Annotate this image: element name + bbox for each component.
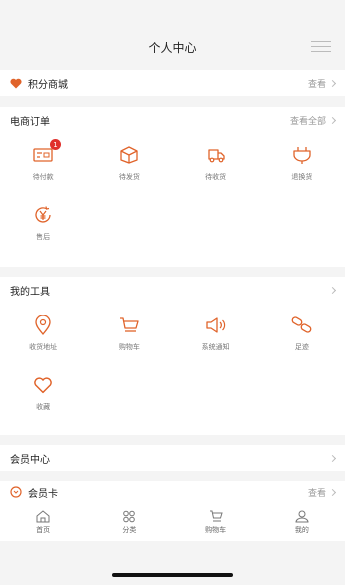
tool-shipping-address[interactable]: 收货地址 (0, 303, 86, 363)
tab-label: 我的 (294, 525, 309, 534)
tab-home[interactable]: 首页 (0, 503, 86, 541)
home-indicator (112, 573, 233, 577)
points-mall-more[interactable]: 查看 (308, 77, 326, 90)
yen-service-icon (32, 204, 54, 226)
member-card-row[interactable]: 会员卡 查看 (0, 481, 345, 503)
tab-category[interactable]: 分类 (86, 503, 172, 541)
tab-bar: 首页 分类 购物车 我的 (0, 503, 345, 541)
cart-icon (209, 510, 223, 521)
tab-label: 购物车 (205, 525, 227, 534)
category-icon (123, 510, 136, 522)
tool-item-label: 收藏 (36, 403, 51, 411)
tab-cart[interactable]: 购物车 (173, 503, 259, 541)
member-card-more[interactable]: 查看 (308, 486, 326, 499)
page-title: 个人中心 (148, 40, 197, 55)
pending-payment-badge: 1 (50, 139, 61, 150)
location-icon (32, 314, 54, 336)
box-icon (118, 144, 140, 166)
home-icon (36, 509, 50, 522)
truck-icon (205, 144, 227, 166)
order-item-label: 售后 (36, 233, 51, 241)
heart-icon (10, 78, 22, 88)
tool-system-notice[interactable]: 系统通知 (173, 303, 259, 363)
member-card-icon (10, 486, 22, 498)
menu-icon[interactable] (311, 41, 331, 53)
chevron-right-icon (328, 79, 337, 87)
tool-favorites[interactable]: 收藏 (0, 363, 86, 423)
tab-label: 首页 (36, 525, 51, 534)
chevron-right-icon (328, 488, 337, 496)
ecommerce-orders-title: 电商订单 (10, 116, 50, 128)
order-pending-receipt[interactable]: 待收货 (173, 133, 259, 193)
cart-icon (118, 314, 140, 336)
chevron-right-icon[interactable] (328, 286, 337, 294)
member-center-row[interactable]: 会员中心 (0, 445, 345, 471)
member-card-label: 会员卡 (28, 488, 58, 500)
my-tools-title: 我的工具 (10, 286, 50, 298)
order-item-label: 待付款 (32, 173, 54, 181)
order-returns[interactable]: 退换货 (259, 133, 345, 193)
member-center-label: 会员中心 (10, 454, 50, 466)
tool-shopping-cart[interactable]: 购物车 (86, 303, 172, 363)
tool-item-label: 收货地址 (29, 343, 58, 351)
chevron-right-icon (328, 116, 337, 124)
tool-item-label: 系统通知 (201, 343, 230, 351)
tab-label: 分类 (122, 525, 137, 534)
status-bar (0, 0, 345, 32)
order-pending-payment[interactable]: 1 待付款 (0, 133, 86, 193)
return-icon (291, 144, 313, 166)
tool-item-label: 足迹 (294, 343, 309, 351)
chevron-right-icon (328, 454, 337, 462)
view-all-orders-link[interactable]: 查看全部 (290, 114, 326, 127)
tool-item-label: 购物车 (118, 343, 140, 351)
nav-bar: 个人中心 (0, 32, 345, 62)
order-item-label: 待收货 (205, 173, 227, 181)
order-item-label: 待发货 (118, 173, 140, 181)
footprint-icon (291, 314, 313, 336)
points-mall-label: 积分商城 (28, 79, 68, 91)
user-icon (295, 510, 309, 522)
order-pending-shipment[interactable]: 待发货 (86, 133, 172, 193)
order-after-sales[interactable]: 售后 (0, 193, 86, 253)
tool-footprint[interactable]: 足迹 (259, 303, 345, 363)
my-tools-section: 我的工具 收货地址 购物车 系统通知 足迹 收藏 (0, 277, 345, 435)
speaker-icon (205, 314, 227, 336)
points-mall-row[interactable]: 积分商城 查看 (0, 70, 345, 96)
heart-icon (32, 374, 54, 396)
order-item-label: 退换货 (291, 173, 313, 181)
tab-me[interactable]: 我的 (259, 503, 345, 541)
ecommerce-orders-section: 电商订单 查看全部 1 待付款 待发货 待收货 退换货 售后 (0, 107, 345, 267)
